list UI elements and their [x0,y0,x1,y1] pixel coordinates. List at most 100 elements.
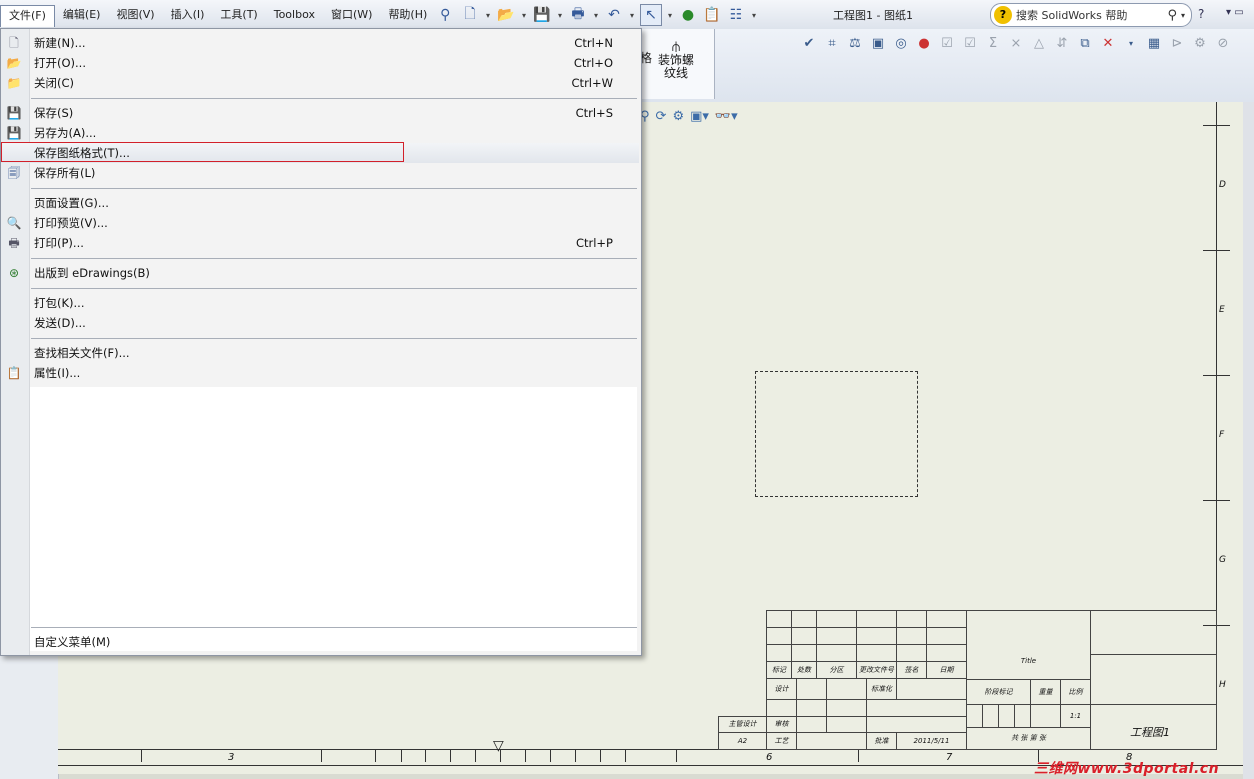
pin-icon[interactable]: ⚲ [435,5,455,25]
section-properties-icon[interactable]: ▣ [869,35,887,53]
chevron-down-icon[interactable]: ▾ [628,11,636,20]
zone-tick [141,749,142,762]
help-search-box[interactable]: ? 搜索 SolidWorks 帮助 ⚲ ▾ [990,3,1192,27]
label-scale: 比例 [1060,679,1091,705]
menu-item-save-as[interactable]: 💾 另存为(A)... [1,123,639,143]
scale-segment [400,749,426,762]
cosmetic-thread-button[interactable]: ⫛ 装饰螺 纹线 [656,40,696,80]
menu-item-label: 保存(S) [34,106,74,120]
chevron-down-icon[interactable]: ▾ [556,11,564,20]
menu-edit[interactable]: 编辑(E) [55,5,109,25]
menu-help[interactable]: 帮助(H) [380,5,435,25]
mass-properties-icon[interactable]: ⚖ [846,35,864,53]
search-input[interactable]: 搜索 SolidWorks 帮助 [1016,7,1167,23]
menu-item-customize[interactable]: 自定义菜单(M) [1,632,639,652]
menu-insert[interactable]: 插入(I) [163,5,213,25]
undo-icon[interactable]: ↶ [604,5,624,25]
menu-file[interactable]: 文件(F) [0,4,55,27]
chevron-down-icon[interactable]: ▾ [666,11,674,20]
rotate-icon[interactable]: ⟳ [656,109,667,124]
menu-window[interactable]: 窗口(W) [323,5,380,25]
title-block-cell [856,644,897,662]
menu-item-pack-and-go[interactable]: 打包(K)... [1,293,639,313]
menu-item-publish-edrawings[interactable]: ⊛ 出版到 eDrawings(B) [1,263,639,283]
compare-icon[interactable]: ⧉ [1076,35,1094,53]
display-style-icon[interactable]: ▣▾ [690,109,709,124]
menu-item-open[interactable]: 📂 打开(O)... Ctrl+O [1,53,639,73]
chevron-down-icon[interactable]: ▾ [592,11,600,20]
menu-item-label: 打开(O)... [34,56,86,70]
error-check-icon[interactable]: ✕ [1099,35,1117,53]
menu-item-label: 查找相关文件(F)... [34,346,130,360]
menu-tools[interactable]: 工具(T) [212,5,265,25]
menu-separator [31,98,637,99]
chevron-down-icon[interactable]: ▾ [520,11,528,20]
menu-toolbox[interactable]: Toolbox [266,5,323,25]
gear-icon[interactable]: ⚙ [1191,35,1209,53]
dashed-view-boundary[interactable] [755,371,918,497]
label-approve: 批准 [866,732,897,750]
menu-item-find-references[interactable]: 查找相关文件(F)... [1,343,639,363]
measure-icon[interactable]: ⌗ [823,35,841,53]
menu-item-label: 页面设置(G)... [34,196,109,210]
title-block-cell [926,644,967,662]
menu-item-send[interactable]: 发送(D)... [1,313,639,333]
glasses-icon[interactable]: 👓▾ [715,109,738,124]
menu-item-shortcut: Ctrl+S [575,106,613,120]
menu-item-print[interactable]: 🖶 打印(P)... Ctrl+P [1,233,639,253]
menu-item-page-setup[interactable]: 页面设置(G)... [1,193,639,213]
title-block-cell [766,610,792,628]
file-properties-icon[interactable]: 📋 [702,5,722,25]
triangle-icon[interactable]: △ [1030,35,1048,53]
search-icon[interactable]: ⚲ [1167,8,1177,23]
rebuild-icon[interactable]: ● [678,5,698,25]
options-icon[interactable]: ☷ [726,5,746,25]
chevron-down-icon[interactable]: ▾ [484,11,492,20]
print-icon[interactable]: 🖶 [568,5,588,25]
title-block-cell [816,610,857,628]
view-settings-icon[interactable]: ⚙ [672,109,684,124]
spell-check-icon[interactable]: ✔ [800,35,818,53]
graph-icon[interactable]: ⨯ [1007,35,1025,53]
new-document-icon[interactable]: 🗋 [460,5,480,25]
menu-item-print-preview[interactable]: 🔍 打印预览(V)... [1,213,639,233]
table-icon[interactable]: ▦ [1145,35,1163,53]
menu-item-label: 关闭(C) [34,76,75,90]
window-control-icon[interactable]: ▾ ▭ [1226,7,1244,18]
checkbox-icon[interactable]: ☑ [961,35,979,53]
feature-icon[interactable]: ⊳ [1168,35,1186,53]
menu-item-properties[interactable]: 📋 属性(I)... [1,363,639,383]
traffic-light-icon[interactable]: ● [915,35,933,53]
scale-value: 1:1 [1060,704,1091,728]
title-block-cell [796,732,867,750]
open-folder-icon: 📂 [6,56,22,70]
menu-item-save[interactable]: 💾 保存(S) Ctrl+S [1,103,639,123]
label-design: 设计 [766,678,797,700]
open-folder-icon[interactable]: 📂 [496,5,516,25]
save-icon[interactable]: 💾 [532,5,552,25]
scale-segment [425,749,451,762]
chevron-down-icon[interactable]: ▾ [1181,11,1185,20]
sum-icon[interactable]: Σ [984,35,1002,53]
split-icon[interactable]: ⇵ [1053,35,1071,53]
chevron-down-icon[interactable]: ▾ [750,11,758,20]
select-pointer-icon[interactable]: ↖ [640,4,662,26]
checkbox-icon[interactable]: ☑ [938,35,956,53]
print-icon: 🖶 [8,236,20,250]
main-menu: 文件(F) 编辑(E) 视图(V) 插入(I) 工具(T) Toolbox 窗口… [0,4,455,27]
check-icon[interactable]: ◎ [892,35,910,53]
document-title: 工程图1 - 图纸1 [833,9,913,22]
menu-item-save-all[interactable]: 🗐 保存所有(L) [1,163,639,183]
menu-view[interactable]: 视图(V) [108,5,162,25]
task-pane-strip[interactable] [1243,102,1254,779]
menu-item-close[interactable]: 📁 关闭(C) Ctrl+W [1,73,639,93]
check-circle-icon[interactable]: ⊘ [1214,35,1232,53]
menu-item-new[interactable]: 🗋 新建(N)... Ctrl+N [1,33,639,53]
zone-tick [1203,375,1230,376]
chevron-down-icon[interactable]: ▾ [1122,35,1140,53]
tools-toolbar: ✔ ⌗ ⚖ ▣ ◎ ● ☑ ☑ Σ ⨯ △ ⇵ ⧉ ✕ ▾ ▦ ⊳ ⚙ ⊘ [800,35,1232,53]
scale-segment [375,749,402,762]
save-as-icon: 💾 [6,126,22,140]
menu-item-label: 属性(I)... [34,366,81,380]
help-button[interactable]: ? [1198,7,1204,21]
